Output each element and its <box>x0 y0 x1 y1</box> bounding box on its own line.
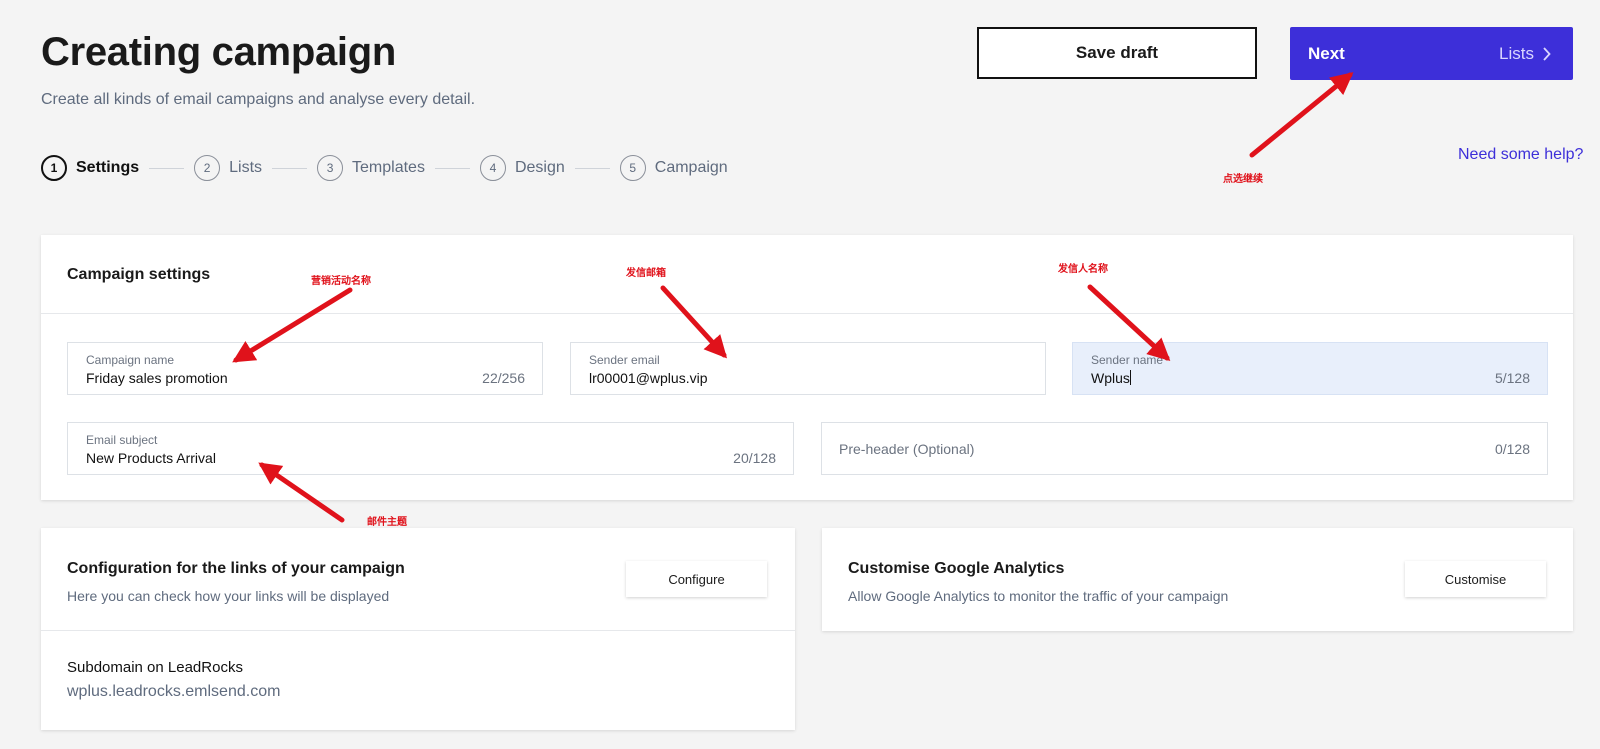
step-number: 1 <box>41 155 67 181</box>
google-analytics-title: Customise Google Analytics <box>848 560 1065 577</box>
email-subject-field[interactable]: Email subject New Products Arrival 20/12… <box>67 422 794 475</box>
step-lists[interactable]: 2 Lists <box>194 155 262 181</box>
campaign-settings-card: Campaign settings Campaign name Friday s… <box>41 235 1573 500</box>
google-analytics-description: Allow Google Analytics to monitor the tr… <box>848 588 1229 604</box>
field-value: Wplus <box>1091 370 1130 386</box>
step-label: Design <box>514 159 565 176</box>
step-number: 2 <box>194 155 221 181</box>
annotation-label: 发信人名称 <box>1058 264 1108 275</box>
sender-name-field[interactable]: Sender name Wplus 5/128 <box>1072 342 1548 395</box>
field-label: Sender name <box>1091 353 1164 367</box>
text-cursor <box>1129 370 1131 385</box>
google-analytics-card: Customise Google Analytics Allow Google … <box>822 528 1573 631</box>
divider <box>41 630 795 631</box>
field-value: lr00001@wplus.vip <box>589 370 708 386</box>
step-label: Campaign <box>654 159 728 176</box>
step-settings[interactable]: 1 Settings <box>41 155 139 181</box>
character-counter: 5/128 <box>1494 370 1530 386</box>
character-counter: 22/256 <box>482 370 525 386</box>
links-config-description: Here you can check how your links will b… <box>67 588 390 604</box>
field-label: Campaign name <box>86 353 175 367</box>
links-config-title: Configuration for the links of your camp… <box>67 560 405 577</box>
stepper: 1 Settings 2 Lists 3 Templates 4 Design … <box>41 155 728 181</box>
annotation-label: 发信邮箱 <box>626 268 666 279</box>
step-label: Templates <box>352 159 425 176</box>
field-label: Sender email <box>589 353 660 367</box>
step-connector <box>574 167 610 169</box>
character-counter: 0/128 <box>1494 441 1530 457</box>
sender-email-field[interactable]: Sender email lr00001@wplus.vip <box>570 342 1046 395</box>
step-number: 5 <box>619 155 646 181</box>
step-design[interactable]: 4 Design <box>479 155 565 181</box>
campaign-settings-title: Campaign settings <box>41 235 1573 314</box>
step-number: 4 <box>479 155 506 181</box>
next-step-label: Lists <box>1499 43 1534 63</box>
field-value: New Products Arrival <box>86 450 216 466</box>
annotation-label: 营销活动名称 <box>311 276 371 287</box>
configure-button[interactable]: Configure <box>626 561 767 597</box>
campaign-name-field[interactable]: Campaign name Friday sales promotion 22/… <box>67 342 543 395</box>
page-subtitle: Create all kinds of email campaigns and … <box>41 91 476 108</box>
field-value-wrap: Wplus <box>1091 370 1131 386</box>
subdomain-value: wplus.leadrocks.emlsend.com <box>67 683 281 700</box>
next-button[interactable]: Next Lists <box>1290 27 1573 80</box>
pre-header-field[interactable]: Pre-header (Optional) 0/128 <box>821 422 1548 475</box>
step-campaign[interactable]: 5 Campaign <box>619 155 728 181</box>
annotation-arrow <box>1249 72 1354 158</box>
field-value: Friday sales promotion <box>86 370 228 386</box>
field-placeholder: Pre-header (Optional) <box>839 441 975 457</box>
annotation-label: 点选继续 <box>1223 174 1263 185</box>
field-label: Email subject <box>86 433 158 447</box>
step-number: 3 <box>317 155 344 181</box>
next-step-indicator: Lists <box>1499 44 1551 64</box>
next-button-label: Next <box>1308 43 1345 63</box>
step-templates[interactable]: 3 Templates <box>317 155 425 181</box>
customise-button[interactable]: Customise <box>1405 561 1546 597</box>
page-title: Creating campaign <box>41 30 396 74</box>
step-connector <box>149 167 185 169</box>
step-label: Lists <box>229 159 263 176</box>
links-config-card: Configuration for the links of your camp… <box>41 528 795 730</box>
save-draft-button[interactable]: Save draft <box>977 27 1257 79</box>
step-connector <box>434 167 470 169</box>
step-label: Settings <box>76 159 140 176</box>
chevron-right-icon <box>1543 46 1551 61</box>
subdomain-label: Subdomain on LeadRocks <box>67 659 243 676</box>
step-connector <box>272 167 308 169</box>
character-counter: 20/128 <box>733 450 776 466</box>
help-link[interactable]: Need some help? <box>1458 146 1583 164</box>
annotation-label: 邮件主题 <box>367 517 407 528</box>
